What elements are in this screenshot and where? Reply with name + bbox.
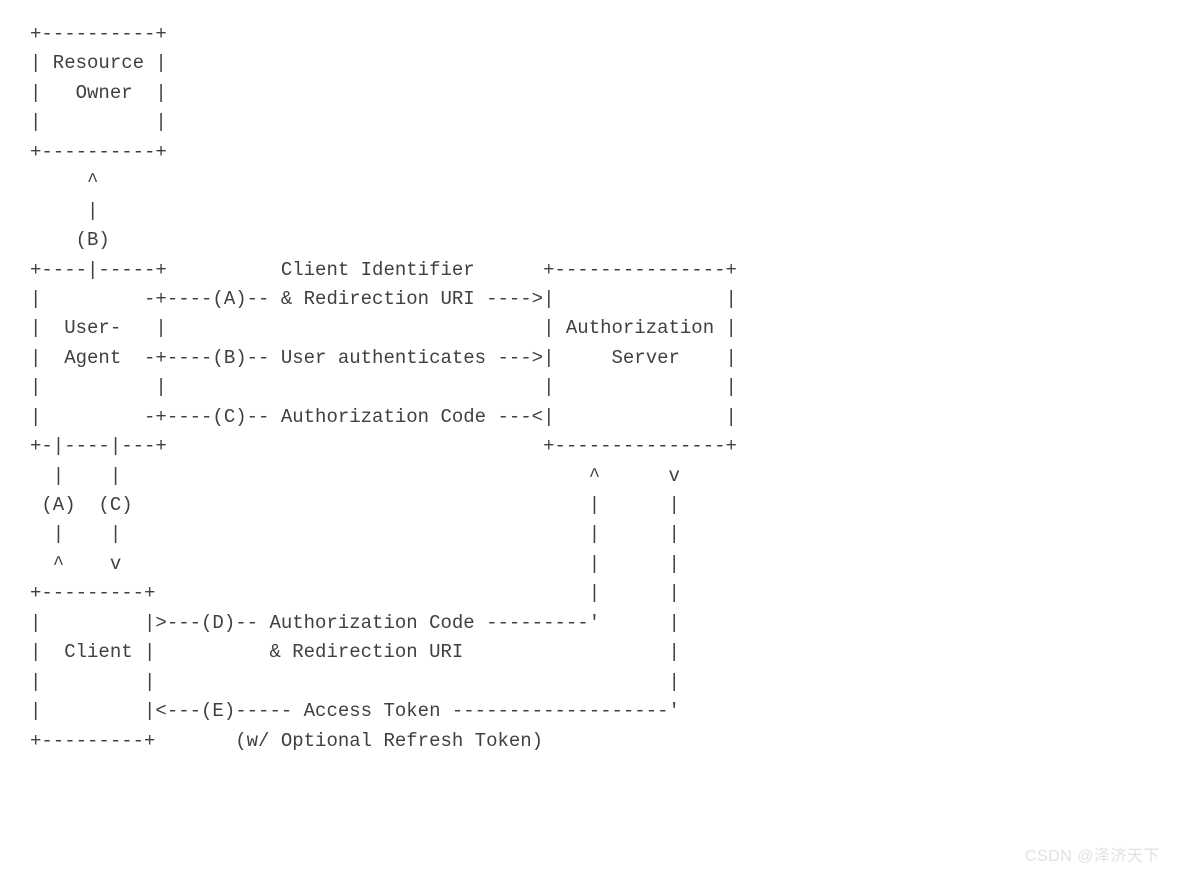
oauth-flow-diagram: +----------+ | Resource | | Owner | | | …: [30, 20, 1154, 756]
watermark-text: CSDN @泽济天下: [1025, 845, 1160, 870]
